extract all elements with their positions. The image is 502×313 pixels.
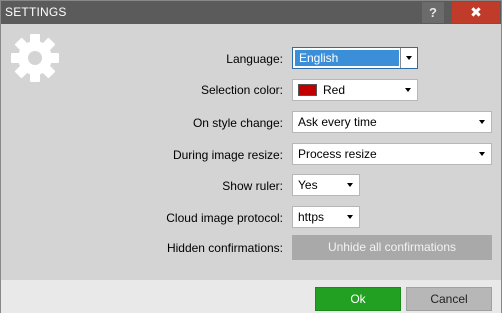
language-value: English [295,50,399,66]
help-button[interactable]: ? [422,2,444,23]
selection-color-select[interactable]: Red [292,79,418,101]
cancel-button[interactable]: Cancel [406,287,492,311]
close-button[interactable]: ✖ [452,2,500,23]
selection-color-label: Selection color: [200,83,283,97]
during-image-resize-value: Process resize [298,147,377,161]
settings-dialog: SETTINGS ? ✖ Language: English Selection… [0,0,502,313]
ok-button[interactable]: Ok [315,287,401,311]
dialog-title: SETTINGS [5,5,67,19]
chevron-down-icon[interactable] [400,80,417,100]
color-swatch [298,84,317,96]
show-ruler-select[interactable]: Yes [292,174,360,196]
title-bar: SETTINGS ? ✖ [1,1,501,24]
selection-color-value: Red [323,83,346,97]
chevron-down-icon[interactable] [400,48,417,68]
unhide-all-confirmations-button[interactable]: Unhide all confirmations [292,235,492,260]
chevron-down-icon[interactable] [474,112,491,132]
show-ruler-label: Show ruler: [222,179,283,193]
on-style-change-select[interactable]: Ask every time [292,111,492,133]
chevron-down-icon[interactable] [342,207,359,227]
cloud-image-protocol-value: https [298,210,325,224]
cloud-image-protocol-label: Cloud image protocol: [166,211,283,225]
during-image-resize-select[interactable]: Process resize [292,143,492,165]
show-ruler-value: Yes [298,178,318,192]
on-style-change-label: On style change: [192,116,283,130]
dialog-footer: Ok Cancel [1,280,501,313]
hidden-confirmations-label: Hidden confirmations: [166,241,283,255]
on-style-change-value: Ask every time [298,115,377,129]
chevron-down-icon[interactable] [342,175,359,195]
chevron-down-icon[interactable] [474,144,491,164]
language-select[interactable]: English [292,47,418,69]
language-label: Language: [226,52,283,66]
gear-icon [11,34,59,82]
cloud-image-protocol-select[interactable]: https [292,206,360,228]
during-image-resize-label: During image resize: [172,148,283,162]
